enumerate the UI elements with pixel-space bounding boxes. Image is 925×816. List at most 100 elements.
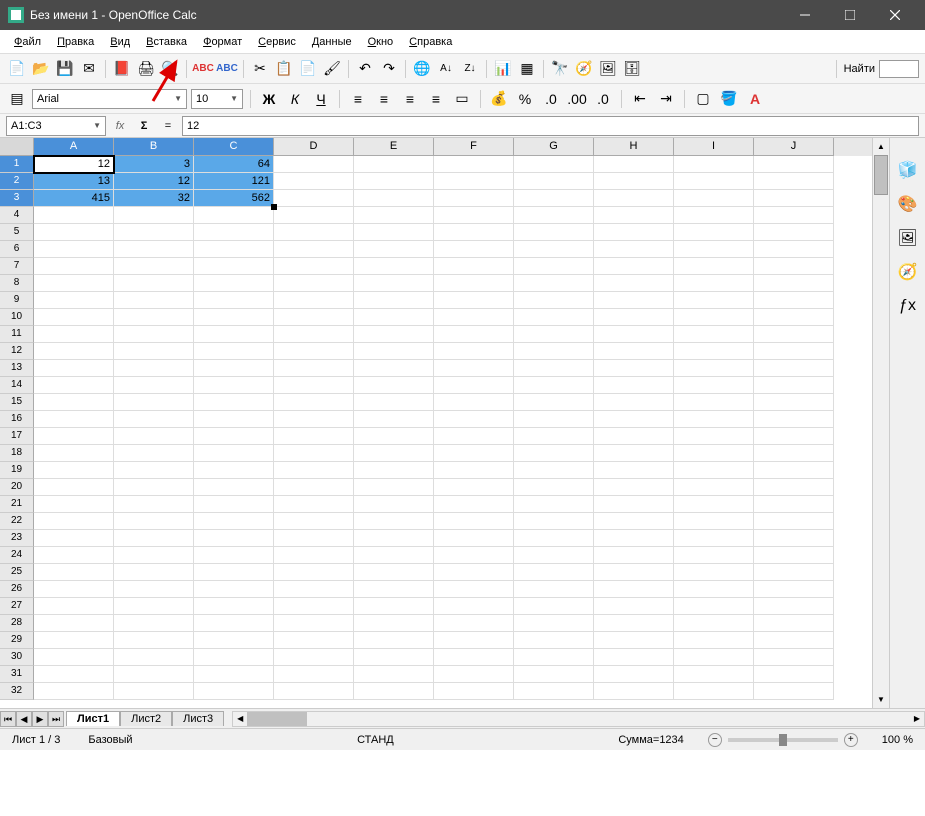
cell-C10[interactable] xyxy=(194,309,274,326)
cell-B19[interactable] xyxy=(114,462,194,479)
cell-D14[interactable] xyxy=(274,377,354,394)
row-header-27[interactable]: 27 xyxy=(0,598,34,615)
fill-handle[interactable] xyxy=(271,204,277,210)
cell-D29[interactable] xyxy=(274,632,354,649)
cell-F13[interactable] xyxy=(434,360,514,377)
cell-A2[interactable]: 13 xyxy=(34,173,114,190)
cell-A5[interactable] xyxy=(34,224,114,241)
cell-G24[interactable] xyxy=(514,547,594,564)
navigator-icon[interactable]: 🧭 xyxy=(573,58,595,80)
cell-J31[interactable] xyxy=(754,666,834,683)
cell-H11[interactable] xyxy=(594,326,674,343)
cell-C20[interactable] xyxy=(194,479,274,496)
cell-H12[interactable] xyxy=(594,343,674,360)
cell-I27[interactable] xyxy=(674,598,754,615)
cell-C12[interactable] xyxy=(194,343,274,360)
cell-F10[interactable] xyxy=(434,309,514,326)
cell-B31[interactable] xyxy=(114,666,194,683)
underline-button[interactable]: Ч xyxy=(310,88,332,110)
cell-H30[interactable] xyxy=(594,649,674,666)
zoom-out-button[interactable]: − xyxy=(708,733,722,747)
align-right-icon[interactable]: ≡ xyxy=(399,88,421,110)
decrease-indent-icon[interactable]: ⇤ xyxy=(629,88,651,110)
font-color-icon[interactable]: A xyxy=(744,88,766,110)
maximize-button[interactable] xyxy=(827,0,872,30)
increase-indent-icon[interactable]: ⇥ xyxy=(655,88,677,110)
cell-E8[interactable] xyxy=(354,275,434,292)
cell-J3[interactable] xyxy=(754,190,834,207)
cell-J13[interactable] xyxy=(754,360,834,377)
redo-icon[interactable]: ↷ xyxy=(378,58,400,80)
cell-J8[interactable] xyxy=(754,275,834,292)
cell-D6[interactable] xyxy=(274,241,354,258)
cell-I20[interactable] xyxy=(674,479,754,496)
cell-I30[interactable] xyxy=(674,649,754,666)
cell-A1[interactable]: 12 xyxy=(34,156,114,173)
scroll-down-icon[interactable]: ▼ xyxy=(873,691,889,708)
cell-I10[interactable] xyxy=(674,309,754,326)
column-header-D[interactable]: D xyxy=(274,138,354,156)
cell-B24[interactable] xyxy=(114,547,194,564)
cell-A30[interactable] xyxy=(34,649,114,666)
cell-E14[interactable] xyxy=(354,377,434,394)
bold-button[interactable]: Ж xyxy=(258,88,280,110)
cell-J30[interactable] xyxy=(754,649,834,666)
cell-G10[interactable] xyxy=(514,309,594,326)
cells-area[interactable]: 12364131212141532562 xyxy=(34,156,834,700)
cell-I19[interactable] xyxy=(674,462,754,479)
cell-A21[interactable] xyxy=(34,496,114,513)
percent-icon[interactable]: % xyxy=(514,88,536,110)
cell-B11[interactable] xyxy=(114,326,194,343)
cell-E10[interactable] xyxy=(354,309,434,326)
border-icon[interactable]: ▢ xyxy=(692,88,714,110)
cell-G32[interactable] xyxy=(514,683,594,700)
cell-F9[interactable] xyxy=(434,292,514,309)
cell-F14[interactable] xyxy=(434,377,514,394)
preview-icon[interactable]: 🔍 xyxy=(159,58,181,80)
cell-G12[interactable] xyxy=(514,343,594,360)
cell-A29[interactable] xyxy=(34,632,114,649)
cell-I12[interactable] xyxy=(674,343,754,360)
row-header-19[interactable]: 19 xyxy=(0,462,34,479)
cell-D11[interactable] xyxy=(274,326,354,343)
cell-F17[interactable] xyxy=(434,428,514,445)
cell-E21[interactable] xyxy=(354,496,434,513)
page-style[interactable]: Базовый xyxy=(84,734,136,746)
cell-H8[interactable] xyxy=(594,275,674,292)
print-icon[interactable]: 🖨 xyxy=(135,58,157,80)
cell-F24[interactable] xyxy=(434,547,514,564)
cell-I25[interactable] xyxy=(674,564,754,581)
cell-J15[interactable] xyxy=(754,394,834,411)
cell-J18[interactable] xyxy=(754,445,834,462)
cell-B15[interactable] xyxy=(114,394,194,411)
cell-E13[interactable] xyxy=(354,360,434,377)
open-icon[interactable]: 📂 xyxy=(30,58,52,80)
cell-H28[interactable] xyxy=(594,615,674,632)
cell-I23[interactable] xyxy=(674,530,754,547)
sum-icon[interactable]: Σ xyxy=(134,116,154,136)
cell-E17[interactable] xyxy=(354,428,434,445)
align-center-icon[interactable]: ≡ xyxy=(373,88,395,110)
cell-C4[interactable] xyxy=(194,207,274,224)
cell-H13[interactable] xyxy=(594,360,674,377)
cell-E7[interactable] xyxy=(354,258,434,275)
cell-D15[interactable] xyxy=(274,394,354,411)
cell-F26[interactable] xyxy=(434,581,514,598)
cell-E18[interactable] xyxy=(354,445,434,462)
sort-desc-icon[interactable]: Z↓ xyxy=(459,58,481,80)
cell-J6[interactable] xyxy=(754,241,834,258)
cell-A8[interactable] xyxy=(34,275,114,292)
row-header-21[interactable]: 21 xyxy=(0,496,34,513)
properties-icon[interactable]: 🧊 xyxy=(896,158,920,182)
cell-B28[interactable] xyxy=(114,615,194,632)
cell-G13[interactable] xyxy=(514,360,594,377)
row-header-26[interactable]: 26 xyxy=(0,581,34,598)
cell-E20[interactable] xyxy=(354,479,434,496)
cell-A12[interactable] xyxy=(34,343,114,360)
cell-F8[interactable] xyxy=(434,275,514,292)
cell-I21[interactable] xyxy=(674,496,754,513)
cell-A23[interactable] xyxy=(34,530,114,547)
cell-E27[interactable] xyxy=(354,598,434,615)
cell-C21[interactable] xyxy=(194,496,274,513)
cell-G9[interactable] xyxy=(514,292,594,309)
